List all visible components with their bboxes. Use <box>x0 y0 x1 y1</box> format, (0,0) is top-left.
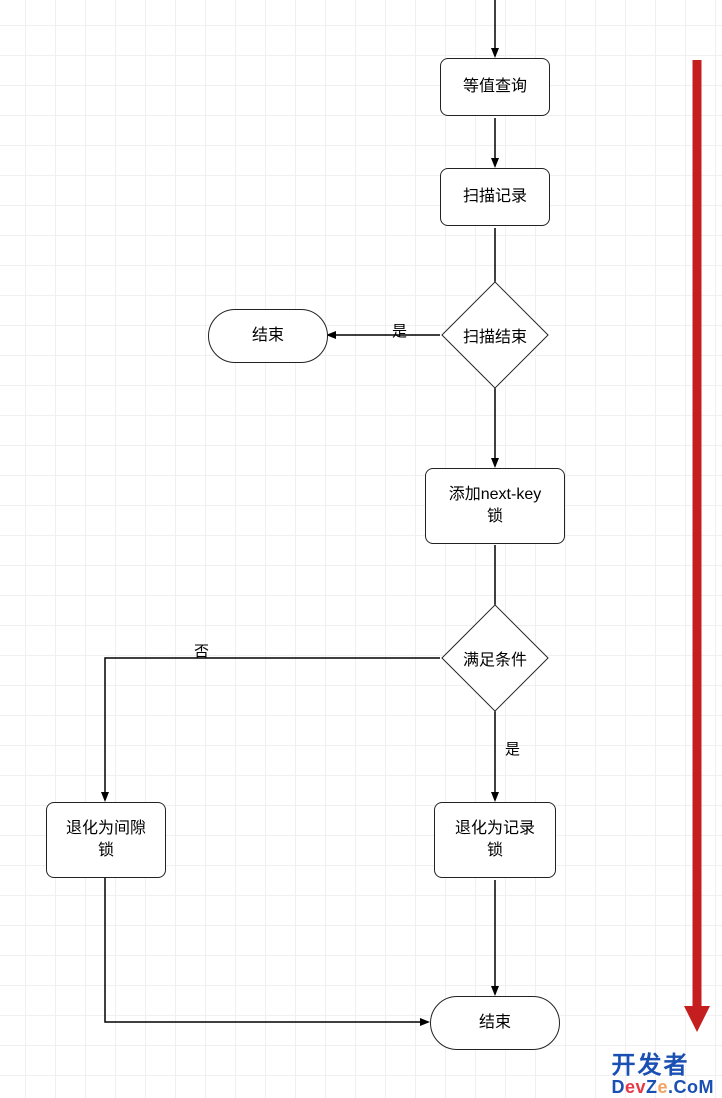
edges-layer <box>0 0 722 1098</box>
node-label: 结束 <box>252 325 284 347</box>
node-end-1: 结束 <box>208 309 328 363</box>
node-label: 扫描记录 <box>463 186 527 208</box>
edge-label-no: 否 <box>194 640 209 661</box>
node-label: 扫描结束 <box>463 323 527 347</box>
node-end-2: 结束 <box>430 996 560 1050</box>
node-equal-query: 等值查询 <box>440 58 550 116</box>
flowchart-canvas: 等值查询 扫描记录 扫描结束 结束 添加next-key 锁 满足条件 退化为间… <box>0 0 722 1098</box>
node-scan-end: 扫描结束 <box>457 297 533 373</box>
watermark-cn: 开发者 <box>611 1054 714 1078</box>
red-arrow-head <box>684 1006 710 1032</box>
node-condition: 满足条件 <box>457 620 533 696</box>
node-label: 结束 <box>479 1012 511 1034</box>
edge-cond-no <box>105 658 440 800</box>
edge-label-yes-2: 是 <box>505 738 520 759</box>
node-record-lock: 退化为记录 锁 <box>434 802 556 878</box>
watermark: 开发者 DevZe.CoM <box>611 1054 714 1096</box>
node-label: 退化为记录 锁 <box>455 818 535 861</box>
node-label: 退化为间隙 锁 <box>66 818 146 861</box>
node-add-nextkey: 添加next-key 锁 <box>425 468 565 544</box>
watermark-en: DevZe.CoM <box>611 1078 714 1096</box>
node-scan-record: 扫描记录 <box>440 168 550 226</box>
node-label: 等值查询 <box>463 76 527 98</box>
node-label: 满足条件 <box>463 646 527 670</box>
node-label: 添加next-key 锁 <box>449 484 541 527</box>
node-gap-lock: 退化为间隙 锁 <box>46 802 166 878</box>
edge-label-yes-1: 是 <box>392 320 407 341</box>
edge-gap-to-end <box>105 878 428 1022</box>
